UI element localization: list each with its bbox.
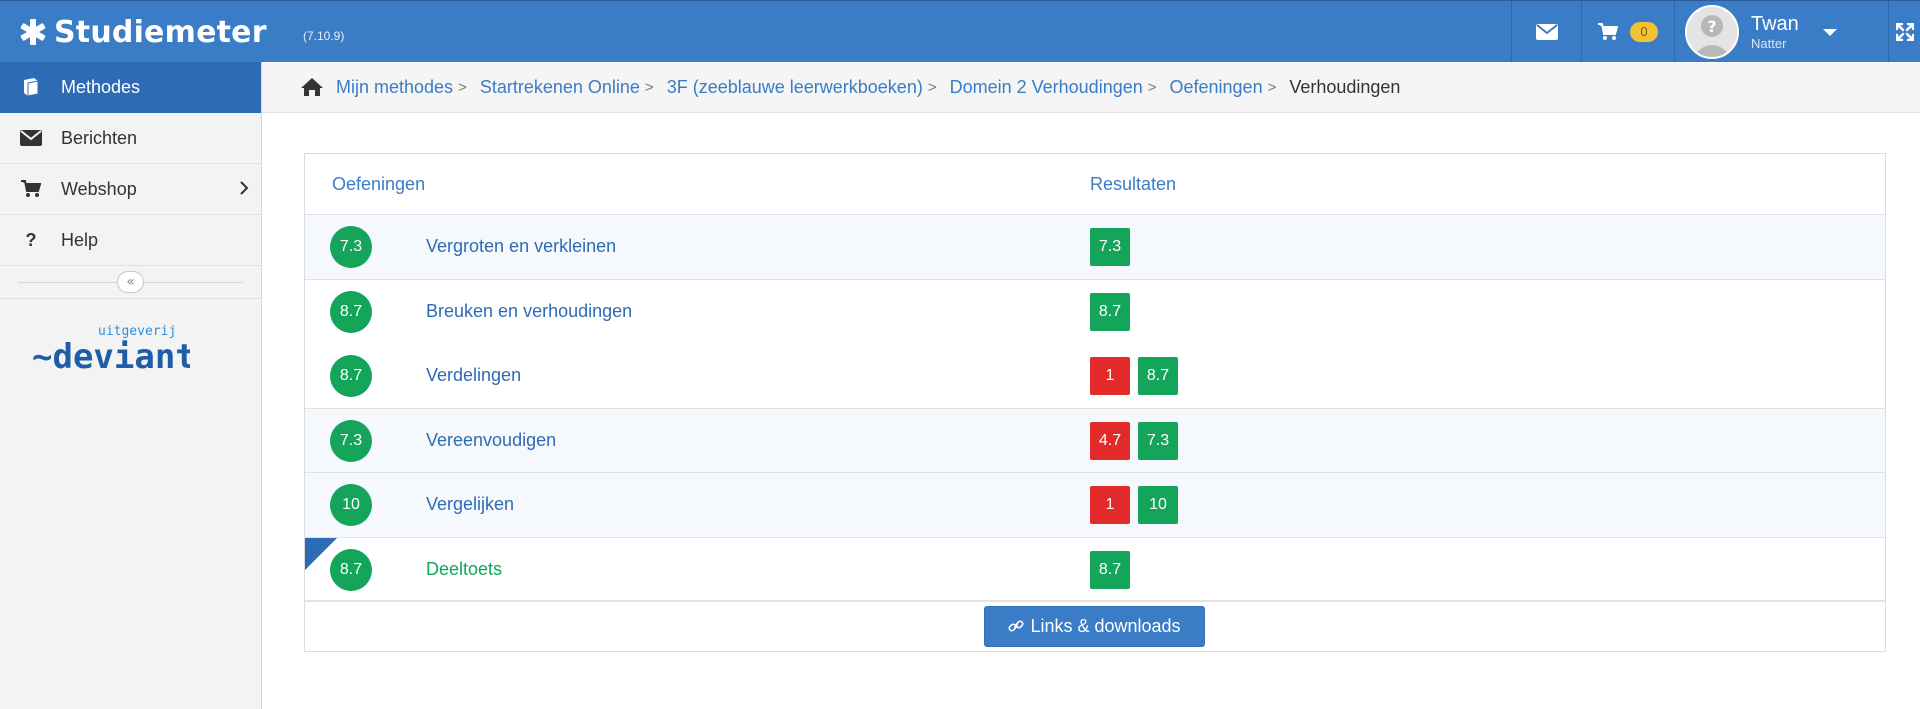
collapse-sidebar-button[interactable]: «: [117, 271, 144, 293]
score-circle: 10: [330, 484, 372, 526]
caret-down-icon: [1822, 28, 1837, 36]
top-bar: Studiemeter (7.10.9) 0 ? Twan Natter: [0, 0, 1920, 63]
expand-icon: [1895, 23, 1914, 41]
sidebar-item-label: Methodes: [61, 76, 141, 97]
breadcrumb-separator: >: [644, 78, 654, 96]
cart-icon: [17, 180, 45, 198]
breadcrumb: Mijn methodes > Startrekenen Online > 3F (…: [262, 62, 1920, 113]
publisher-logo: uitgeverij ~deviant: [32, 320, 196, 380]
exercise-link[interactable]: Verdelingen: [426, 365, 521, 386]
links-downloads-label: Links & downloads: [1030, 615, 1181, 636]
results-list: 4.7 7.3: [1090, 421, 1186, 460]
breadcrumb-link[interactable]: Domein 2 Verhoudingen: [950, 77, 1143, 98]
chevron-right-icon: [240, 181, 249, 195]
result-badge[interactable]: 8.7: [1090, 550, 1130, 589]
cart-icon: [1598, 23, 1618, 40]
panel-footer: Links & downloads: [305, 600, 1885, 651]
score-circle: 8.7: [330, 548, 372, 591]
sidebar: Methodes Berichten Webshop ? Help « uitg…: [0, 62, 262, 709]
result-badge[interactable]: 1: [1090, 486, 1130, 524]
breadcrumb-link[interactable]: Mijn methodes: [336, 77, 453, 98]
sidebar-item-label: Help: [61, 229, 99, 250]
result-badge[interactable]: 4.7: [1090, 421, 1130, 460]
score-circle: 7.3: [330, 419, 372, 462]
link-icon: [1008, 620, 1024, 632]
breadcrumb-link[interactable]: Oefeningen: [1170, 77, 1263, 98]
score-circle: 8.7: [330, 290, 372, 333]
svg-text:?: ?: [1707, 17, 1716, 36]
results-list: 8.7: [1090, 550, 1138, 589]
results-list: 1 8.7: [1090, 357, 1186, 395]
result-badge[interactable]: 7.3: [1090, 228, 1130, 266]
breadcrumb-link[interactable]: 3F (zeeblauwe leerwerkboeken): [667, 77, 923, 98]
envelope-icon: [17, 130, 45, 146]
table-header: Oefeningen Resultaten: [305, 154, 1885, 215]
user-silhouette-icon: ?: [1692, 15, 1732, 57]
breadcrumb-separator: >: [927, 78, 937, 96]
exercise-link[interactable]: Breuken en verhoudingen: [426, 301, 632, 322]
exercise-link[interactable]: Vergroten en verkleinen: [426, 236, 616, 257]
exercise-link[interactable]: Vereenvoudigen: [426, 430, 556, 451]
user-menu[interactable]: ? Twan Natter: [1674, 1, 1888, 63]
question-icon: ?: [25, 229, 37, 250]
cart-button[interactable]: 0: [1581, 1, 1674, 63]
cart-count-badge: 0: [1630, 22, 1658, 42]
breadcrumb-link[interactable]: Startrekenen Online: [480, 77, 640, 98]
sidebar-item-label: Berichten: [61, 127, 138, 148]
table-row: 7.3 Vereenvoudigen 4.7 7.3: [305, 408, 1885, 473]
links-downloads-button[interactable]: Links & downloads: [984, 605, 1205, 647]
user-names: Twan Natter: [1751, 14, 1799, 50]
result-badge[interactable]: 1: [1090, 357, 1130, 395]
avatar: ?: [1685, 5, 1739, 59]
table-row: 8.7 Verdelingen 1 8.7: [305, 344, 1885, 409]
breadcrumb-separator: >: [458, 78, 467, 96]
double-chevron-left-icon: «: [126, 274, 135, 290]
version-label: (7.10.9): [303, 29, 345, 43]
asterisk-logo-icon: [20, 19, 46, 45]
home-icon[interactable]: [300, 77, 324, 97]
brand-name: Studiemeter: [54, 14, 267, 50]
table-row: 8.7 Deeltoets 8.7: [305, 537, 1885, 602]
table-row: 10 Vergelijken 1 10: [305, 473, 1885, 538]
breadcrumb-separator: >: [1267, 78, 1277, 96]
breadcrumb-separator: >: [1147, 78, 1157, 96]
column-header-exercises: Oefeningen: [332, 174, 426, 194]
user-first-name: Twan: [1751, 13, 1799, 35]
results-list: 1 10: [1090, 486, 1186, 524]
sidebar-item-berichten[interactable]: Berichten: [0, 113, 261, 164]
result-badge[interactable]: 7.3: [1138, 421, 1178, 460]
table-row: 8.7 Breuken en verhoudingen 8.7: [305, 279, 1885, 344]
exercise-link[interactable]: Deeltoets: [426, 559, 502, 580]
sidebar-item-help[interactable]: ? Help: [0, 215, 261, 266]
book-icon: [17, 77, 45, 97]
brand-logo[interactable]: Studiemeter: [18, 9, 267, 55]
user-last-name: Natter: [1751, 36, 1787, 51]
score-circle: 7.3: [330, 226, 372, 268]
results-list: 7.3: [1090, 228, 1138, 266]
sidebar-item-webshop[interactable]: Webshop: [0, 164, 261, 215]
result-badge[interactable]: 10: [1138, 486, 1178, 524]
exercises-panel: Oefeningen Resultaten 7.3 Vergroten en v…: [304, 153, 1886, 652]
table-row: 7.3 Vergroten en verkleinen 7.3: [305, 215, 1885, 280]
results-list: 8.7: [1090, 292, 1138, 331]
exercise-link[interactable]: Vergelijken: [426, 494, 514, 515]
breadcrumb-current: Verhoudingen: [1289, 76, 1401, 97]
result-badge[interactable]: 8.7: [1090, 292, 1130, 331]
fullscreen-button[interactable]: [1888, 1, 1920, 63]
envelope-icon: [1535, 24, 1558, 40]
messages-button[interactable]: [1511, 1, 1581, 63]
sidebar-item-methodes[interactable]: Methodes: [0, 62, 261, 113]
column-header-results: Resultaten: [1090, 174, 1177, 194]
result-badge[interactable]: 8.7: [1138, 357, 1178, 395]
deviant-logo-icon: uitgeverij ~deviant: [32, 324, 196, 377]
sidebar-collapse-row: «: [0, 266, 261, 299]
svg-text:~deviant: ~deviant: [32, 337, 190, 376]
sidebar-item-label: Webshop: [61, 178, 137, 199]
score-circle: 8.7: [330, 355, 372, 397]
